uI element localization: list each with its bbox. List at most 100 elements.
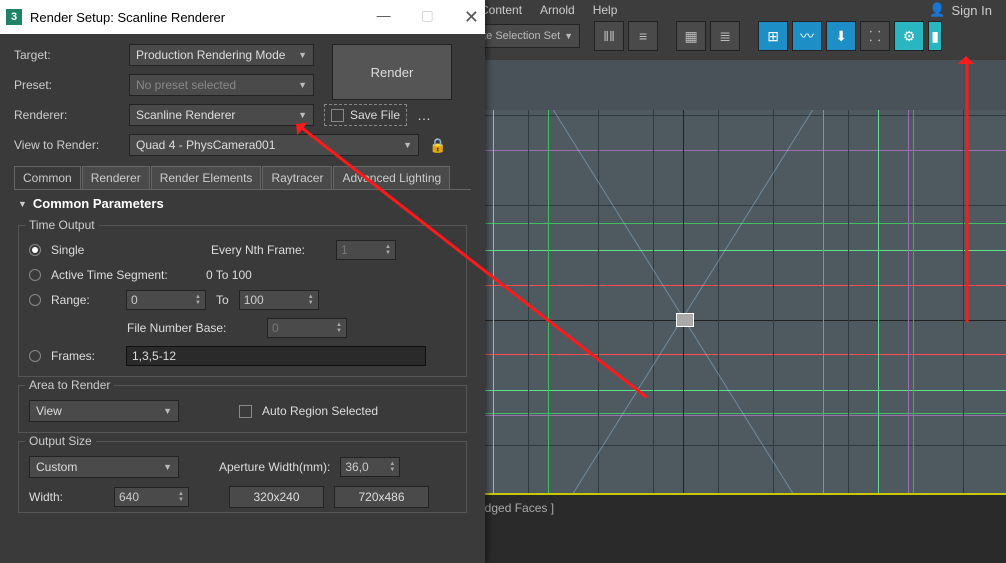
render-button[interactable]: Render — [332, 44, 452, 100]
group-time-output: Time Output Single Every Nth Frame: 1 ▲▼… — [18, 225, 467, 377]
radio-frames[interactable] — [29, 350, 41, 362]
aperture-value: 36,0 — [345, 460, 368, 474]
tab-advlight[interactable]: Advanced Lighting — [333, 166, 450, 189]
chevron-down-icon: ▼ — [298, 50, 307, 60]
radio-ats[interactable] — [29, 269, 41, 281]
tool-schematic-icon[interactable]: ⊞ — [758, 21, 788, 51]
menu-arnold[interactable]: Arnold — [540, 3, 575, 17]
target-label: Target: — [14, 48, 119, 62]
chevron-down-icon: ▼ — [564, 31, 573, 41]
radio-single[interactable] — [29, 244, 41, 256]
dialog-body: Render Target: Production Rendering Mode… — [0, 34, 485, 531]
tool-render-setup-icon[interactable]: ⚙ — [894, 21, 924, 51]
maximize-icon[interactable]: ▢ — [421, 7, 434, 28]
preset-320x240-button[interactable]: 320x240 — [229, 486, 324, 508]
range-label: Range: — [51, 293, 116, 307]
nth-value: 1 — [341, 243, 348, 257]
width-label: Width: — [29, 490, 104, 504]
group-area: Area to Render View ▼ Auto Region Select… — [18, 385, 467, 433]
radio-range[interactable] — [29, 294, 41, 306]
width-value: 640 — [119, 490, 139, 504]
filenum-value: 0 — [272, 321, 279, 335]
target-dropdown[interactable]: Production Rendering Mode ▼ — [129, 44, 314, 66]
tool-render-partial-icon[interactable]: ▮ — [928, 21, 942, 51]
preset-720x486-button[interactable]: 720x486 — [334, 486, 429, 508]
outputsize-dropdown[interactable]: Custom ▼ — [29, 456, 179, 478]
tool-layer2-icon[interactable]: ≣ — [710, 21, 740, 51]
spinner-arrows-icon: ▲▼ — [178, 491, 184, 503]
rollout-common-head[interactable]: ▼ Common Parameters — [14, 190, 471, 217]
ats-label: Active Time Segment: — [51, 268, 196, 282]
range-to-label: To — [216, 293, 229, 307]
main-menu-bar: Content Arnold Help — [470, 0, 1006, 20]
auto-region-checkbox[interactable] — [239, 405, 252, 418]
annotation-arrow-2-head — [958, 48, 974, 64]
tool-align2-icon[interactable]: ≡ — [628, 21, 658, 51]
renderer-label: Renderer: — [14, 108, 119, 122]
menu-content[interactable]: Content — [480, 3, 522, 17]
frames-label: Frames: — [51, 349, 116, 363]
sign-in[interactable]: 👤 Sign In — [929, 0, 992, 20]
dialog-titlebar[interactable]: 3 Render Setup: Scanline Renderer — ▢ ✕ — [0, 0, 485, 34]
save-file-browse[interactable]: … — [417, 107, 431, 123]
area-value: View — [36, 404, 62, 418]
user-icon: 👤 — [929, 2, 945, 18]
save-file-toggle[interactable]: Save File — [324, 104, 407, 126]
preset-label: Preset: — [14, 78, 119, 92]
minimize-icon[interactable]: — — [377, 7, 391, 28]
viewport-area: FRONT — [470, 60, 1006, 563]
renderer-value: Scanline Renderer — [136, 108, 235, 122]
viewport-top[interactable] — [473, 110, 1006, 493]
tab-raytracer[interactable]: Raytracer — [262, 166, 332, 189]
tab-common[interactable]: Common — [14, 166, 81, 189]
range-to-value: 100 — [244, 293, 264, 307]
tool-curve-icon[interactable]: 〰 — [792, 21, 822, 51]
tool-snapshot-icon[interactable]: ⸬ — [860, 21, 890, 51]
sign-in-label: Sign In — [952, 3, 992, 18]
annotation-arrow-2 — [966, 63, 969, 323]
viewtorender-dropdown[interactable]: Quad 4 - PhysCamera001 ▼ — [129, 134, 419, 156]
viewport-bottom[interactable]: [ Edged Faces ] — [470, 493, 1006, 563]
lock-icon[interactable]: 🔒 — [429, 137, 446, 154]
spinner-arrows-icon: ▲▼ — [308, 294, 314, 306]
chevron-down-icon: ▼ — [403, 140, 412, 150]
outputsize-value: Custom — [36, 460, 77, 474]
camera-gizmo-icon[interactable] — [676, 313, 694, 327]
nth-spinner[interactable]: 1 ▲▼ — [336, 240, 396, 260]
filenum-label: File Number Base: — [127, 321, 257, 335]
chevron-down-icon: ▼ — [163, 406, 172, 416]
app-logo-icon: 3 — [6, 9, 22, 25]
main-toolbar: ate Selection Set ▼ ‖‖ ≡ ▦ ≣ ⊞ 〰 ⬇ ⸬ ⚙ ▮ — [470, 20, 1006, 52]
tool-align-icon[interactable]: ‖‖ — [594, 21, 624, 51]
close-icon[interactable]: ✕ — [464, 7, 479, 28]
aperture-spinner[interactable]: 36,0 ▲▼ — [340, 457, 400, 477]
single-label: Single — [51, 243, 201, 257]
group-output-title: Output Size — [25, 434, 96, 448]
range-to-spinner[interactable]: 100 ▲▼ — [239, 290, 319, 310]
frames-input[interactable]: 1,3,5-12 — [126, 346, 426, 366]
filenum-spinner[interactable]: 0 ▲▼ — [267, 318, 347, 338]
auto-region-label: Auto Region Selected — [262, 404, 378, 418]
selection-set-text: ate Selection Set — [477, 30, 560, 42]
preset-dropdown[interactable]: No preset selected ▼ — [129, 74, 314, 96]
group-output: Output Size Custom ▼ Aperture Width(mm):… — [18, 441, 467, 513]
tab-renderer[interactable]: Renderer — [82, 166, 150, 189]
tool-import-icon[interactable]: ⬇ — [826, 21, 856, 51]
save-file-label: Save File — [350, 108, 400, 122]
aperture-label: Aperture Width(mm): — [219, 460, 330, 474]
dialog-tabs: Common Renderer Render Elements Raytrace… — [14, 166, 471, 190]
nth-label: Every Nth Frame: — [211, 243, 326, 257]
area-dropdown[interactable]: View ▼ — [29, 400, 179, 422]
chevron-down-icon: ▼ — [18, 199, 27, 209]
viewtorender-label: View to Render: — [14, 138, 119, 152]
tab-elements[interactable]: Render Elements — [151, 166, 262, 189]
range-from-spinner[interactable]: 0 ▲▼ — [126, 290, 206, 310]
ats-value: 0 To 100 — [206, 268, 252, 282]
range-from-value: 0 — [131, 293, 138, 307]
menu-help[interactable]: Help — [593, 3, 618, 17]
spinner-arrows-icon: ▲▼ — [336, 322, 342, 334]
tool-layer1-icon[interactable]: ▦ — [676, 21, 706, 51]
selection-set-dropdown[interactable]: ate Selection Set ▼ — [470, 24, 580, 48]
width-spinner[interactable]: 640 ▲▼ — [114, 487, 189, 507]
save-file-checkbox[interactable] — [331, 109, 344, 122]
